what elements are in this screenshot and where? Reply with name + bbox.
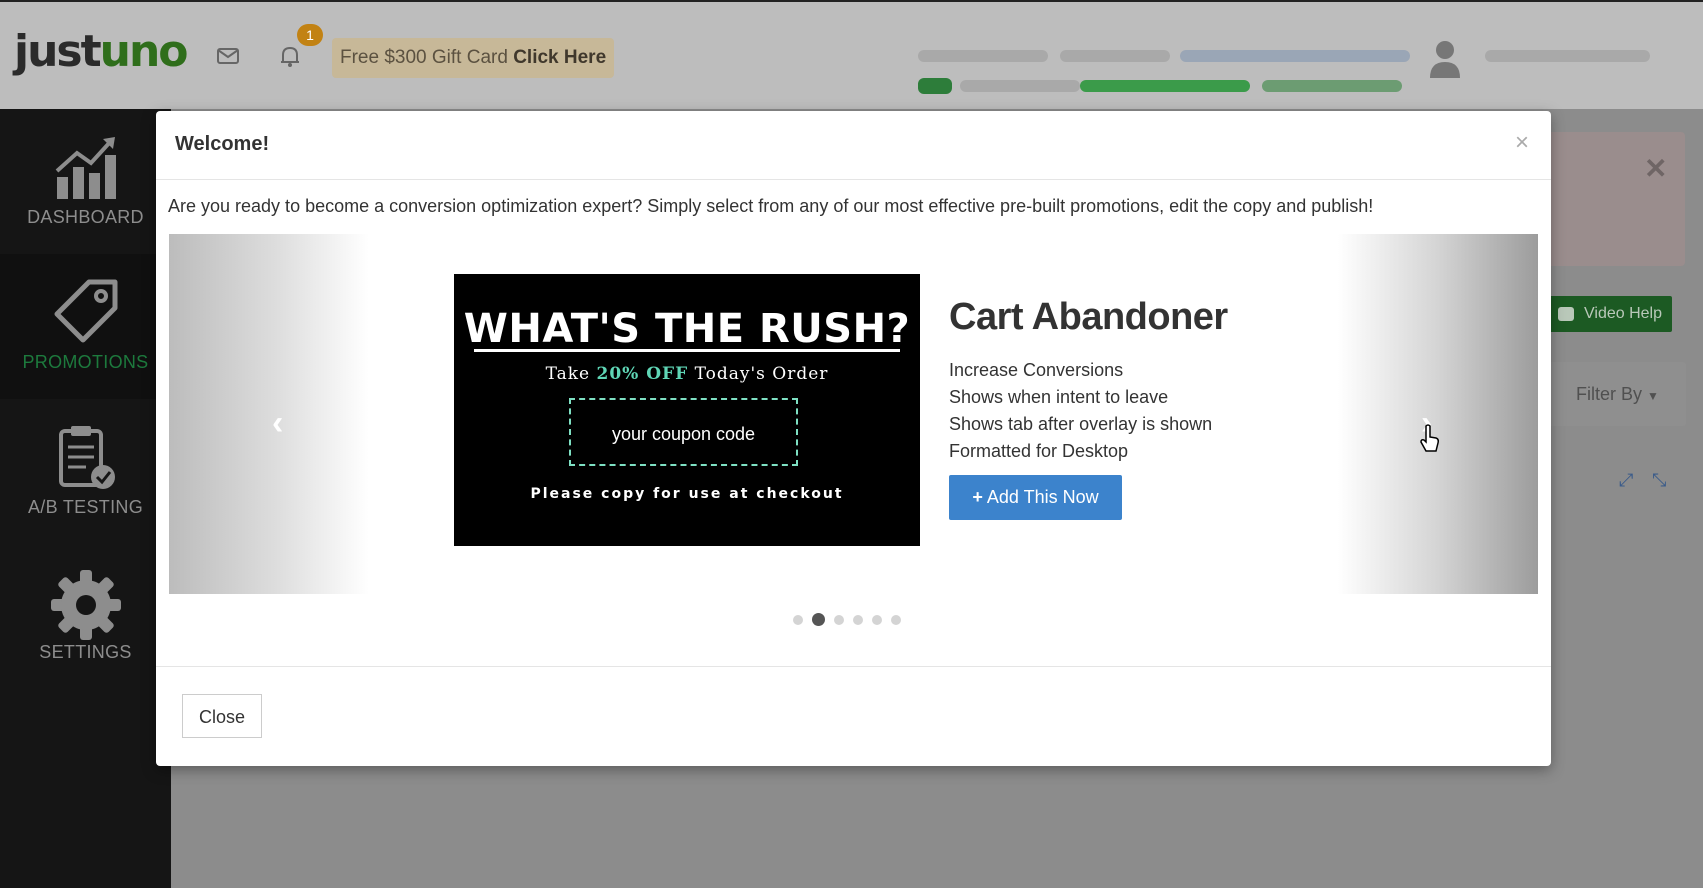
plan-info-blur xyxy=(1060,50,1170,62)
welcome-modal: Welcome! × Are you ready to become a con… xyxy=(156,111,1551,766)
clipboard-check-icon xyxy=(58,426,115,489)
sidebar-item-ab-testing[interactable]: A/B TESTING xyxy=(0,399,171,544)
feature-list: Increase Conversions Shows when intent t… xyxy=(949,357,1228,465)
top-header: justuno 1 Free $300 Gift Card Click Here xyxy=(0,0,1703,109)
promo-sub-post: Today's Order xyxy=(688,364,829,384)
bell-icon[interactable] xyxy=(276,42,304,70)
promo-footer-text: Please copy for use at checkout xyxy=(530,486,844,502)
promotion-name: Cart Abandoner xyxy=(949,296,1228,338)
user-email-blur[interactable] xyxy=(1485,50,1650,62)
sidebar-item-label: PROMOTIONS xyxy=(22,352,149,372)
plan-info-blur xyxy=(918,50,1048,62)
promo-headline: WHAT'S THE RUSH? xyxy=(463,306,911,352)
sidebar-item-settings[interactable]: SETTINGS xyxy=(0,544,171,689)
user-avatar-icon[interactable] xyxy=(1428,38,1462,80)
chevron-left-icon[interactable]: ‹ xyxy=(272,404,283,443)
expand-icon[interactable]: ⤢ xyxy=(1619,470,1633,491)
caret-down-icon: ▼ xyxy=(1647,389,1659,403)
carousel-indicators xyxy=(793,612,910,626)
modal-header: Welcome! × xyxy=(156,111,1551,180)
upgrade-link-blur xyxy=(1262,80,1402,92)
chart-icon xyxy=(55,137,116,199)
promo-subtitle: Take 20% OFF Today's Order xyxy=(454,364,920,384)
plan-link-blur xyxy=(1180,50,1410,62)
close-icon[interactable]: × xyxy=(1515,129,1529,157)
carousel-dot-active[interactable] xyxy=(812,613,825,626)
promo-underline xyxy=(474,349,900,352)
tag-icon xyxy=(54,279,117,343)
sidebar-item-label: A/B TESTING xyxy=(28,497,143,517)
promo-sub-pre: Take xyxy=(545,364,597,384)
promotion-info: Cart Abandoner Increase Conversions Show… xyxy=(949,296,1228,520)
carousel-dot[interactable] xyxy=(834,615,844,625)
gift-card-banner[interactable]: Free $300 Gift Card Click Here xyxy=(332,38,615,78)
filter-by-dropdown[interactable]: Filter By ▼ xyxy=(1548,362,1686,426)
justuno-logo[interactable]: justuno xyxy=(14,26,189,77)
trial-progress xyxy=(1080,80,1250,92)
carousel-dot[interactable] xyxy=(793,615,803,625)
carousel-dot[interactable] xyxy=(853,615,863,625)
gear-icon xyxy=(50,570,121,640)
collapse-icon[interactable]: ⤡ xyxy=(1652,470,1666,491)
trial-badge-blur xyxy=(918,78,952,94)
trial-text-blur xyxy=(960,80,1080,92)
gift-text: Free $300 Gift Card xyxy=(340,47,508,68)
carousel-dot[interactable] xyxy=(891,615,901,625)
feature-item: Shows tab after overlay is shown xyxy=(949,414,1213,434)
coupon-code-box: your coupon code xyxy=(569,398,798,466)
sidebar-item-label: SETTINGS xyxy=(39,642,132,662)
video-help-button[interactable]: Video Help xyxy=(1548,296,1672,332)
gift-link[interactable]: Click Here xyxy=(513,47,606,68)
promotion-carousel: ‹ › WHAT'S THE RUSH? Take 20% OFF Today'… xyxy=(169,234,1538,594)
mail-icon[interactable] xyxy=(214,42,242,70)
sidebar: DASHBOARD PROMOTIONS A/B TESTING SETTING… xyxy=(0,109,171,888)
add-this-now-button[interactable]: + Add This Now xyxy=(949,475,1122,520)
sidebar-item-promotions[interactable]: PROMOTIONS xyxy=(0,254,171,399)
video-icon xyxy=(1558,307,1574,321)
sidebar-item-dashboard[interactable]: DASHBOARD xyxy=(0,109,171,254)
carousel-fade-left xyxy=(169,234,369,594)
plus-icon: + xyxy=(972,487,983,507)
filter-by-label: Filter By xyxy=(1576,384,1643,404)
modal-title: Welcome! xyxy=(175,133,270,155)
sidebar-item-label: DASHBOARD xyxy=(27,207,144,227)
feature-item: Formatted for Desktop xyxy=(949,441,1129,461)
carousel-dot[interactable] xyxy=(872,615,882,625)
feature-item: Increase Conversions xyxy=(949,360,1124,380)
modal-footer: Close xyxy=(156,666,1551,767)
notification-badge: 1 xyxy=(297,24,323,46)
close-button[interactable]: Close xyxy=(182,694,262,738)
alert-close-icon[interactable]: ✕ xyxy=(1644,152,1667,185)
video-help-label: Video Help xyxy=(1584,305,1662,322)
modal-description: Are you ready to become a conversion opt… xyxy=(168,196,1374,216)
add-button-label: Add This Now xyxy=(986,487,1099,507)
carousel-fade-right xyxy=(1338,234,1538,594)
feature-item: Shows when intent to leave xyxy=(949,387,1169,407)
promo-sub-highlight: 20% OFF xyxy=(596,364,689,384)
promotion-preview-image: WHAT'S THE RUSH? Take 20% OFF Today's Or… xyxy=(454,274,920,546)
hand-cursor-icon xyxy=(1420,424,1439,452)
